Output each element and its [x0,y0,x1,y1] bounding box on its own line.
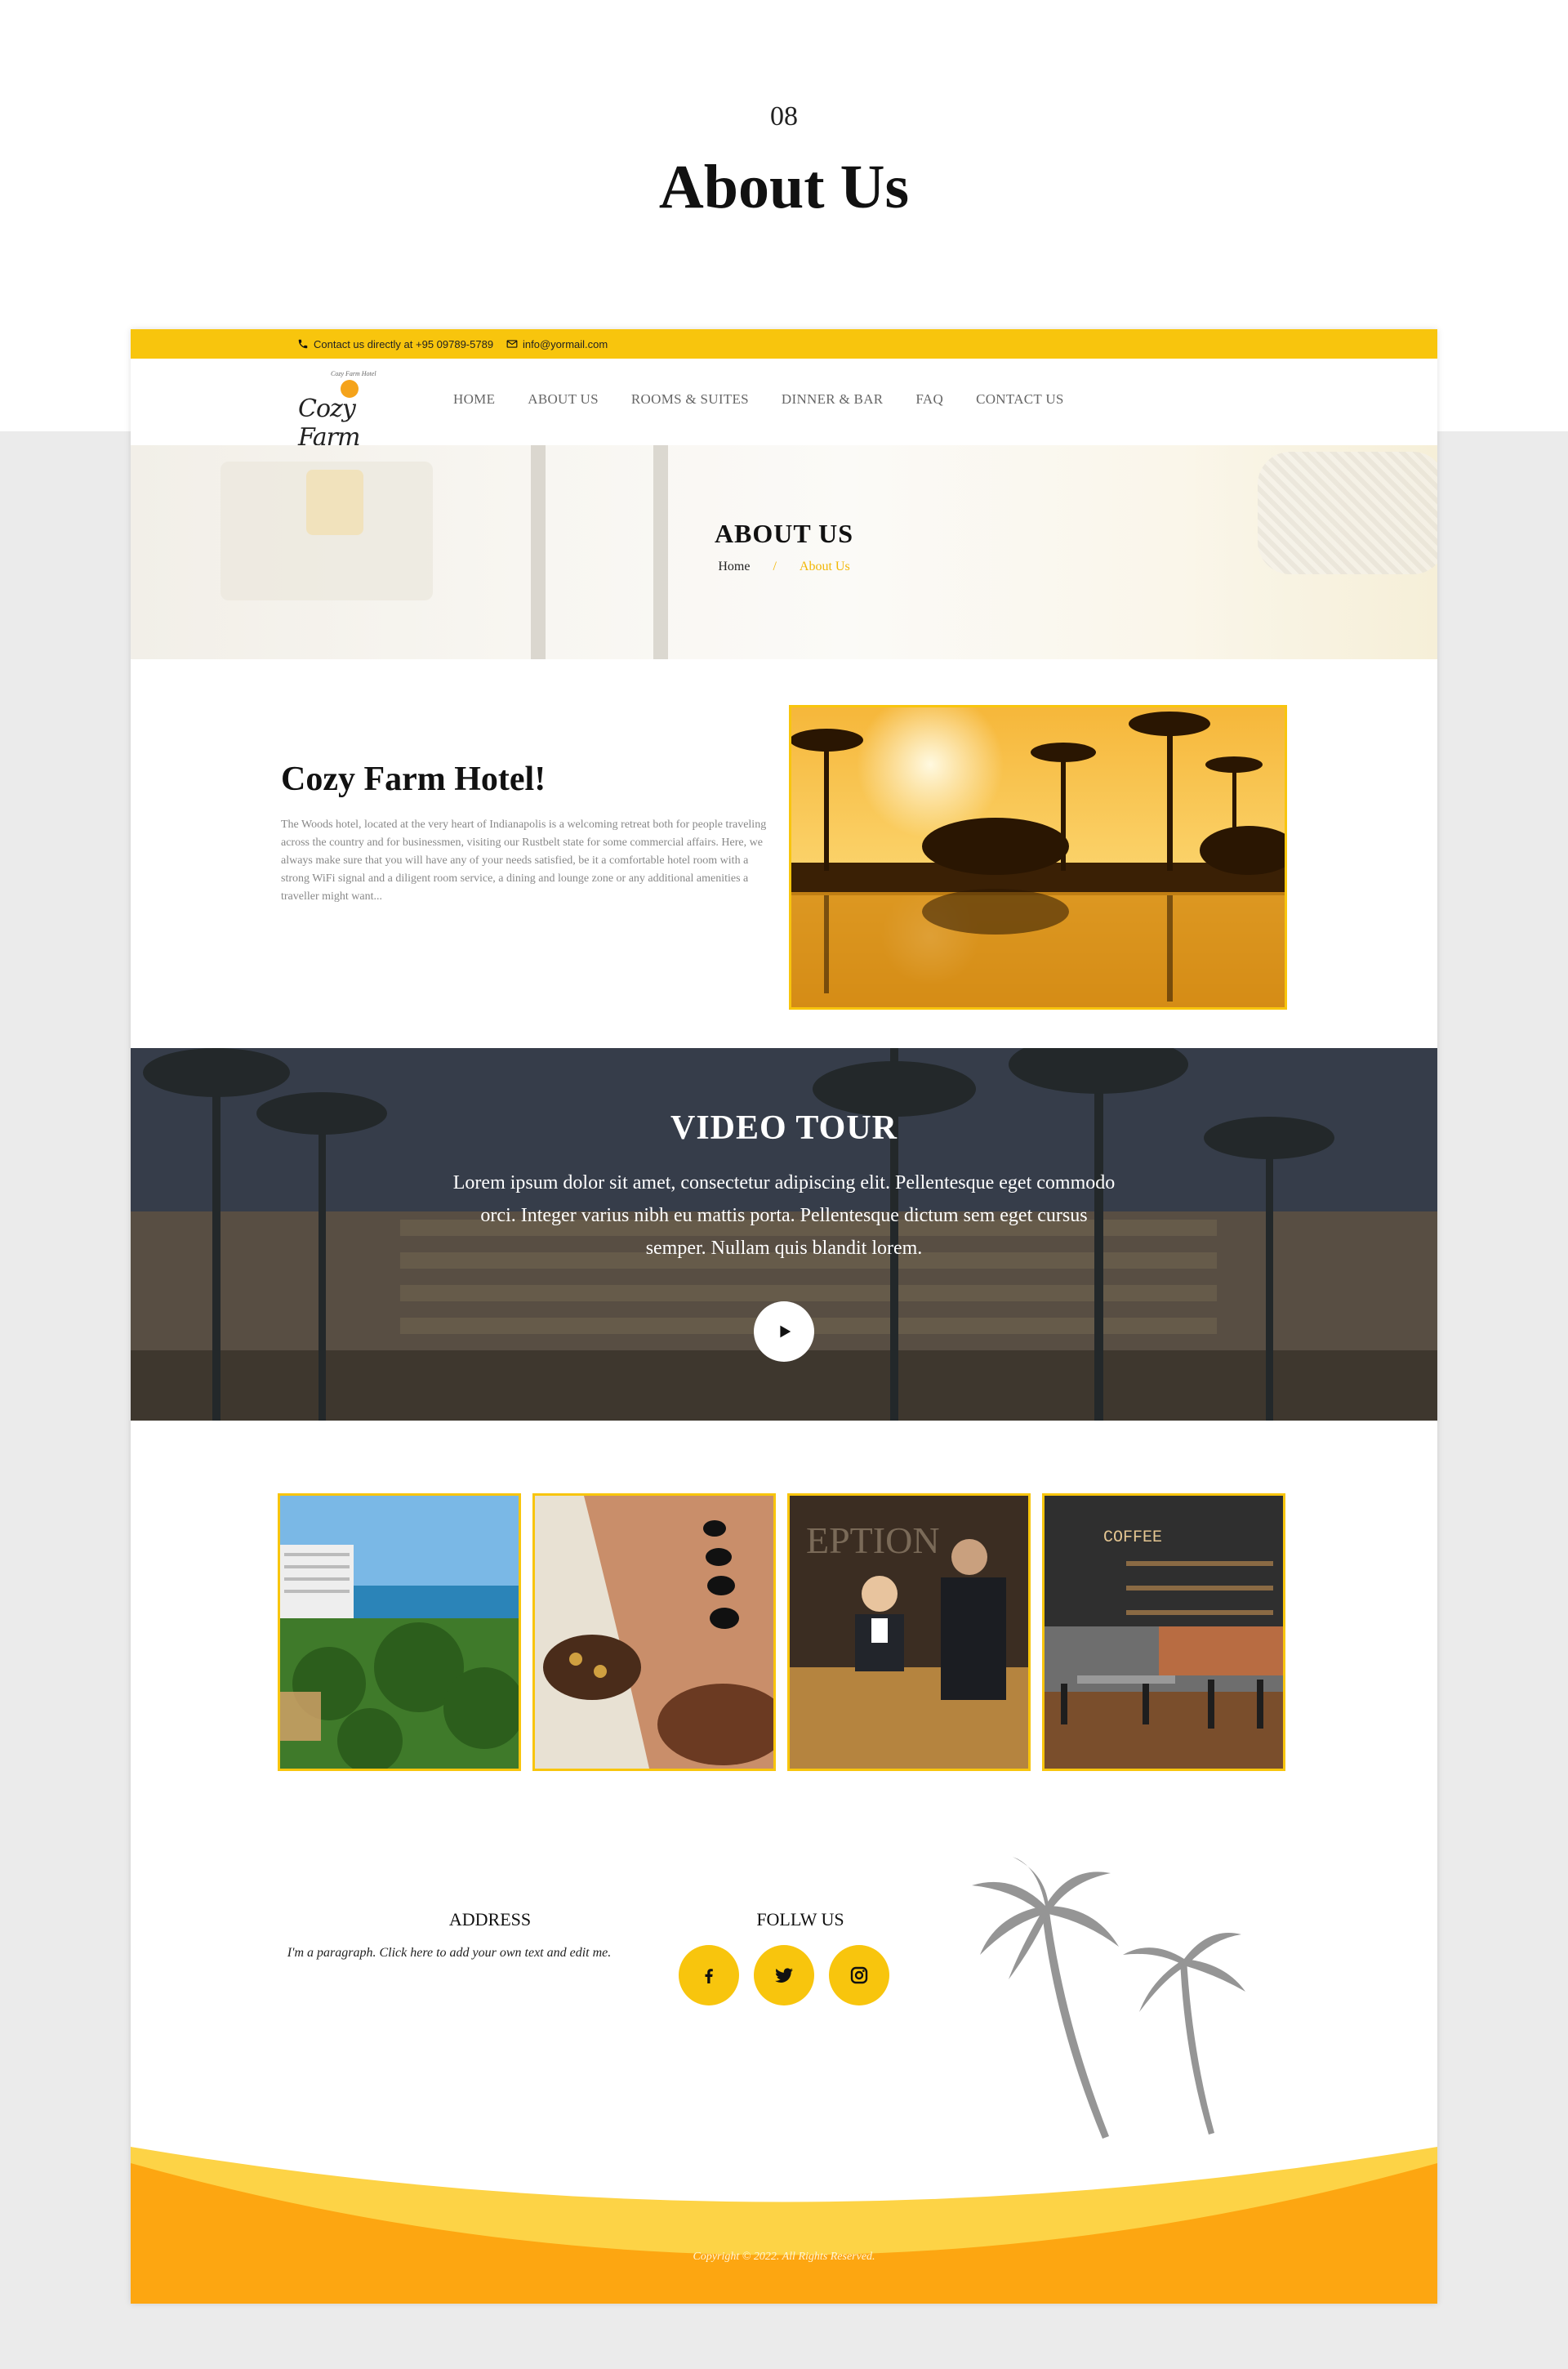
top-contact-bar: Contact us directly at +95 09789-5789 in… [131,329,1437,359]
gallery-image-beach-resort[interactable] [278,1493,521,1771]
palm-trees-decoration [972,1857,1245,2139]
breadcrumb-separator: / [773,560,777,573]
instagram-button[interactable] [829,1945,889,2005]
reception-illustration: EPTION [790,1496,1028,1769]
email-text: info@yormail.com [523,337,608,350]
logo-text: Cozy Farm [298,395,360,452]
nav-item-contact-us[interactable]: CONTACT US [976,391,1064,408]
nav-item-dinner-bar[interactable]: DINNER & BAR [782,391,884,408]
breadcrumb-current: About Us [799,560,850,573]
gallery: EPTION COFFEE [131,1493,1437,1771]
video-text: Lorem ipsum dolor sit amet, consectetur … [452,1172,1116,1259]
play-icon [780,1325,791,1338]
phone-text: Contact us directly at +95 09789-5789 [314,337,494,350]
beach-resort-illustration [280,1496,519,1769]
spa-illustration [535,1496,773,1769]
facebook-icon [705,1969,713,1983]
gallery-image-reception[interactable]: EPTION [787,1493,1031,1771]
hero-pillow-image [1258,452,1437,574]
nav-item-home[interactable]: HOME [453,391,495,408]
sunset-palms-image [789,705,1287,1010]
nav-menu: HOME ABOUT US ROOMS & SUITES DINNER & BA… [453,359,1097,440]
twitter-icon [775,1968,793,1983]
hero-pole-image [653,445,668,659]
facebook-button[interactable] [679,1945,739,2005]
website-mockup: Contact us directly at +95 09789-5789 in… [131,329,1437,2304]
phone-contact[interactable]: Contact us directly at +95 09789-5789 [297,329,493,359]
gallery-image-spa[interactable] [532,1493,776,1771]
nav-item-faq[interactable]: FAQ [915,391,943,408]
email-contact[interactable]: info@yormail.com [506,329,608,359]
follow-title: FOLLW US [756,1909,844,1930]
coffee-bar-illustration: COFFEE [1045,1496,1283,1769]
nav-item-rooms-suites[interactable]: ROOMS & SUITES [631,391,749,408]
about-title: Cozy Farm Hotel! [281,761,546,798]
phone-icon [298,339,308,349]
slide-number: 08 [770,101,798,132]
instagram-icon [850,1966,868,1984]
page-hero-banner: ABOUT US Home / About Us [131,445,1437,659]
hero-title: ABOUT US [714,519,854,548]
nav-item-about-us[interactable]: ABOUT US [528,391,599,408]
reception-sign-text: EPTION [806,1519,940,1561]
video-tour-section: VIDEO TOUR Lorem ipsum dolor sit amet, c… [131,1048,1437,1421]
mail-icon [506,340,518,348]
hero-pole-image [531,445,546,659]
main-navigation: Cozy Farm Hotel Cozy Farm HOME ABOUT US … [131,359,1437,452]
breadcrumb: Home / About Us [131,560,1437,574]
sunset-illustration [791,707,1285,1007]
coffee-sign-text: COFFEE [1103,1528,1162,1547]
logo[interactable]: Cozy Farm Hotel Cozy Farm [298,367,404,452]
video-title: VIDEO TOUR [670,1109,898,1147]
logo-tagline: Cozy Farm Hotel [331,370,376,377]
slide-title: About Us [658,153,910,221]
twitter-button[interactable] [754,1945,814,2005]
gallery-image-coffee-bar[interactable]: COFFEE [1042,1493,1285,1771]
address-text: I'm a paragraph. Click here to add your … [287,1946,612,1960]
about-text: The Woods hotel, located at the very hea… [281,819,767,903]
breadcrumb-home[interactable]: Home [718,560,750,573]
copyright-text: Copyright © 2022. All Rights Reserved. [693,2251,875,2263]
address-title: ADDRESS [448,1909,532,1930]
play-button[interactable] [754,1301,814,1362]
